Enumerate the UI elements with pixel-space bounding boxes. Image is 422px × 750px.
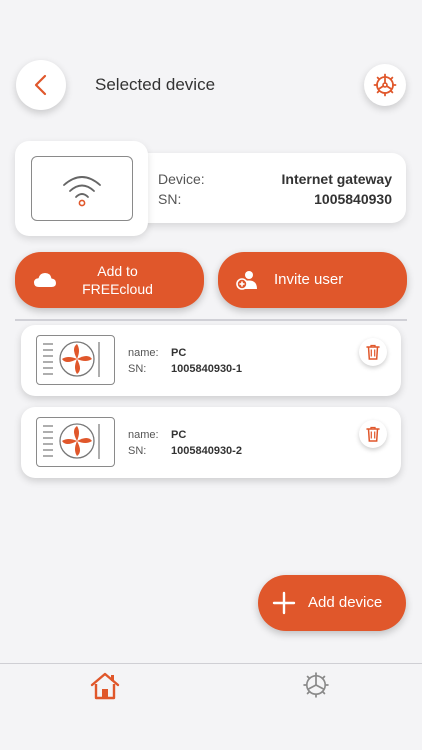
gateway-info: Device: Internet gateway SN: 1005840930 <box>138 153 406 223</box>
chevron-left-icon <box>34 74 47 96</box>
gear-icon <box>303 672 329 698</box>
add-to-freecloud-button[interactable]: Add to FREEcloud <box>15 252 204 308</box>
name-label: name: <box>128 429 159 441</box>
device-card[interactable]: name: PC SN: 1005840930-1 <box>21 325 401 396</box>
delete-device-button[interactable] <box>359 420 387 448</box>
invite-user-button[interactable]: Invite user <box>218 252 407 308</box>
device-details: name: PC SN: 1005840930-1 <box>128 345 242 377</box>
device-sn: 1005840930-1 <box>171 363 242 375</box>
device-name: PC <box>171 429 187 441</box>
invite-user-label: Invite user <box>274 271 344 288</box>
device-details: name: PC SN: 1005840930-2 <box>128 427 242 459</box>
sn-label: SN: <box>128 363 147 375</box>
device-sn: 1005840930-2 <box>171 445 242 457</box>
bottom-navigation <box>0 663 422 750</box>
trash-icon <box>366 426 380 442</box>
sn-label: SN: <box>158 191 182 207</box>
add-to-freecloud-label: Add to FREEcloud <box>82 263 153 297</box>
heat-pump-icon <box>36 417 115 467</box>
sn-value: 1005840930 <box>314 191 392 207</box>
heat-pump-icon <box>36 335 115 385</box>
gateway-image <box>15 141 148 236</box>
device-value: Internet gateway <box>281 171 392 187</box>
name-label: name: <box>128 347 159 359</box>
nav-home-button[interactable] <box>90 672 120 700</box>
device-card[interactable]: name: PC SN: 1005840930-2 <box>21 407 401 478</box>
nav-settings-button[interactable] <box>303 672 329 698</box>
settings-button[interactable] <box>364 64 406 106</box>
back-button[interactable] <box>16 60 66 110</box>
divider <box>15 319 407 321</box>
add-user-icon <box>236 271 257 290</box>
home-icon <box>90 672 120 700</box>
delete-device-button[interactable] <box>359 338 387 366</box>
trash-icon <box>366 344 380 360</box>
wifi-router-icon <box>62 175 101 206</box>
cloud-icon <box>34 273 56 287</box>
sn-label: SN: <box>128 445 147 457</box>
add-device-label: Add device <box>308 594 383 611</box>
device-name: PC <box>171 347 187 359</box>
gear-icon <box>373 73 397 97</box>
device-label: Device: <box>158 171 205 187</box>
page-title: Selected device <box>95 75 216 94</box>
plus-icon <box>272 591 296 615</box>
add-device-button[interactable]: Add device <box>258 575 406 631</box>
